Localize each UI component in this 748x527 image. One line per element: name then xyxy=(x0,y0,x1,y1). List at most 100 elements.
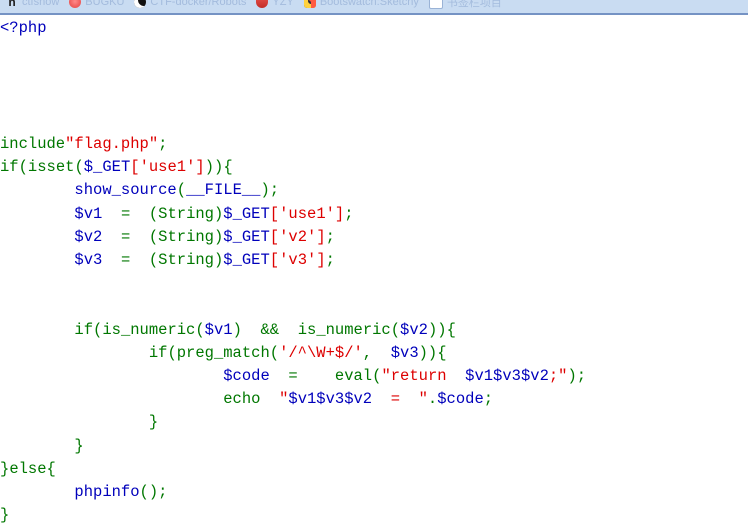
source-token-kw: ; xyxy=(158,483,168,502)
source-token-str: ] xyxy=(316,227,326,246)
source-token-kw: if xyxy=(148,343,168,362)
source-token-kw: . xyxy=(427,390,438,409)
source-token-kw: ; xyxy=(483,390,494,409)
source-line: if(is_numeric($v1) && is_numeric($v2)){ xyxy=(0,320,456,339)
source-token-kw: ; xyxy=(325,227,335,246)
source-line: } xyxy=(0,506,9,524)
source-token-var: $v1 xyxy=(74,204,103,223)
source-token-str: [ xyxy=(269,251,280,269)
bookmark-item-ctfshow[interactable]: n ctfshow xyxy=(6,0,59,8)
source-token-kw: = xyxy=(120,204,131,223)
source-token-kw: isset xyxy=(27,158,75,177)
source-token-default xyxy=(0,390,223,408)
source-token-kw: is_numeric xyxy=(297,320,391,339)
source-line: $code = eval("return $v1$v3$v2;"); xyxy=(0,367,586,385)
source-token-kw: ( xyxy=(18,158,28,177)
source-token-str: ] xyxy=(334,204,345,223)
source-line: $v1 = (String)$_GET['use1']; xyxy=(0,204,354,223)
source-token-str: [ xyxy=(130,158,140,177)
source-line: if(isset($_GET['use1'])){ xyxy=(0,158,233,176)
bookmark-label: ctfshow xyxy=(22,0,60,8)
source-token-default xyxy=(0,251,74,269)
source-token-kw: )) xyxy=(204,158,224,177)
source-token-default xyxy=(130,228,149,246)
source-token-default xyxy=(372,344,391,362)
source-token-kw: } xyxy=(0,459,10,478)
source-token-str: [ xyxy=(269,227,280,246)
source-token-kw: } xyxy=(74,436,84,455)
source-token-kw: eval xyxy=(334,367,373,385)
source-line: show_source(__FILE__); xyxy=(0,181,279,199)
source-token-kw: )) xyxy=(427,320,447,339)
source-line xyxy=(0,272,748,295)
bugku-favicon-icon xyxy=(69,0,82,8)
source-token-str: ;" xyxy=(548,367,568,385)
ctfshow-favicon-icon: n xyxy=(8,0,16,9)
source-line: $v3 = (String)$_GET['v3']; xyxy=(0,251,335,269)
bookmark-label: YZY xyxy=(272,0,294,8)
source-token-kw: ( xyxy=(74,158,84,177)
bookmark-item-bugku[interactable]: BUGKU xyxy=(69,0,124,8)
source-token-kw: { xyxy=(446,320,456,339)
generic-page-favicon-icon xyxy=(428,0,443,9)
source-line: $v2 = (String)$_GET['v2']; xyxy=(0,228,335,246)
source-token-kw: ( xyxy=(167,343,177,362)
source-token-kw: ) xyxy=(567,367,577,385)
source-token-kw: { xyxy=(223,158,233,177)
source-token-kw: (String) xyxy=(148,227,224,246)
php-source-code: <?php include"flag.php"; if(isset($_GET[… xyxy=(0,19,748,524)
docker-favicon-icon xyxy=(134,0,147,8)
source-token-kw: if xyxy=(74,320,94,339)
yzy-favicon-icon xyxy=(256,0,269,8)
source-token-str: '/^\W+$/' xyxy=(279,343,363,362)
source-token-var: $v1 xyxy=(204,320,233,339)
source-token-str: ] xyxy=(195,158,205,177)
source-token-default xyxy=(298,367,335,385)
source-line: include"flag.php"; xyxy=(0,135,167,153)
source-token-kw: ; xyxy=(269,181,280,200)
bookmark-item-yzy[interactable]: YZY xyxy=(256,0,294,8)
source-line: phpinfo(); xyxy=(0,483,167,501)
source-token-var: $v1$v3$v2 xyxy=(288,390,373,409)
source-token-default xyxy=(102,251,121,269)
source-token-default xyxy=(0,483,74,501)
bookmark-label: BUGKU xyxy=(85,0,125,8)
source-token-str: " xyxy=(279,390,289,409)
source-token-default xyxy=(242,321,261,339)
bookmark-item-ctf-docker[interactable]: CTF-docker/Robots xyxy=(134,0,246,8)
source-token-kw: is_numeric xyxy=(102,320,196,339)
source-token-kw: echo xyxy=(223,390,261,409)
source-token-default xyxy=(0,228,74,246)
source-token-var: $_GET xyxy=(83,158,131,177)
source-token-default xyxy=(0,205,74,223)
source-token-kw: ; xyxy=(344,204,354,223)
bookmark-item-other[interactable]: 书签栏项目 xyxy=(428,0,502,10)
source-line xyxy=(0,40,748,63)
bookmark-item-bootswatch[interactable]: Bootswatch:Sketchy xyxy=(303,0,419,8)
source-token-default xyxy=(279,321,298,339)
source-line: } xyxy=(0,436,84,455)
source-token-default xyxy=(102,205,121,223)
source-token-kw: (String) xyxy=(148,251,224,269)
source-token-kw: ( xyxy=(195,320,205,339)
source-token-str: = " xyxy=(372,390,428,409)
source-token-var: <?php xyxy=(0,19,47,37)
source-token-kw: ( xyxy=(176,181,187,200)
source-token-var: $_GET xyxy=(223,204,270,223)
source-token-kw: ) xyxy=(148,483,159,502)
source-token-default xyxy=(0,344,149,362)
source-token-default xyxy=(130,205,149,223)
source-token-default xyxy=(0,437,74,455)
source-token-str: 'use1' xyxy=(279,204,335,223)
source-token-str: ] xyxy=(316,251,326,269)
source-token-var: $code xyxy=(223,367,270,385)
source-token-kw: { xyxy=(46,459,56,478)
source-token-default xyxy=(130,251,149,269)
source-token-var: $v2 xyxy=(400,320,428,339)
bookmark-bar[interactable]: n ctfshow BUGKU CTF-docker/Robots YZY Bo… xyxy=(0,0,748,15)
source-token-str: 'v3' xyxy=(279,251,317,269)
source-token-kw: ( xyxy=(390,320,401,339)
source-token-kw: ( xyxy=(93,320,103,339)
source-token-kw: (String) xyxy=(148,204,224,223)
source-token-kw: = xyxy=(120,251,131,269)
